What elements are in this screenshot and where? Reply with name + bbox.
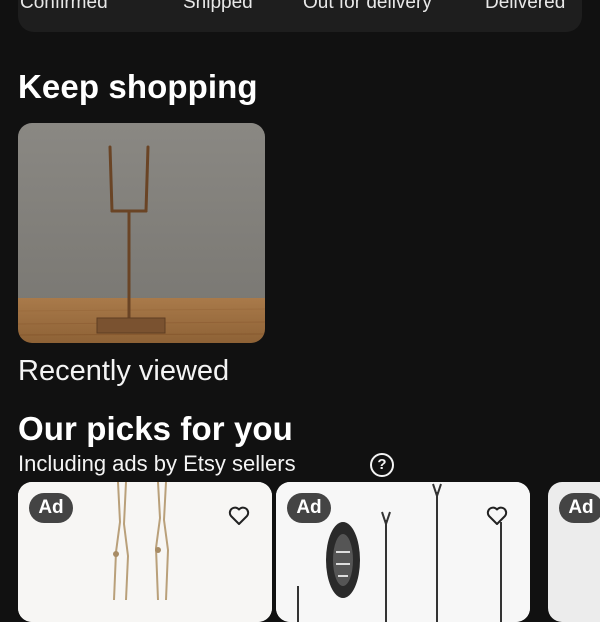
- ad-badge: Ad: [287, 493, 331, 523]
- heart-icon[interactable]: [227, 503, 251, 527]
- recently-viewed-label[interactable]: Recently viewed: [18, 355, 229, 388]
- keep-shopping-heading: Keep shopping: [18, 68, 258, 105]
- ad-badge: Ad: [29, 493, 73, 523]
- heart-icon[interactable]: [485, 503, 509, 527]
- order-step-out-for-delivery: Out for delivery: [303, 0, 432, 13]
- product-card[interactable]: Ad: [548, 482, 600, 622]
- our-picks-heading: Our picks for you: [18, 410, 293, 447]
- product-card[interactable]: Ad: [276, 482, 530, 622]
- order-step-shipped: Shipped: [183, 0, 253, 13]
- order-step-delivered: Delivered: [485, 0, 566, 13]
- help-icon[interactable]: ?: [370, 453, 394, 477]
- order-status-card[interactable]: Confirmed Shipped Out for delivery Deliv…: [18, 0, 582, 32]
- product-card[interactable]: Ad: [18, 482, 272, 622]
- order-step-confirmed: Confirmed: [20, 0, 108, 13]
- ad-badge: Ad: [559, 493, 600, 523]
- ads-disclosure-text: Including ads by Etsy sellers: [18, 451, 296, 476]
- recently-viewed-card[interactable]: [18, 123, 265, 343]
- recently-viewed-image: [18, 123, 265, 343]
